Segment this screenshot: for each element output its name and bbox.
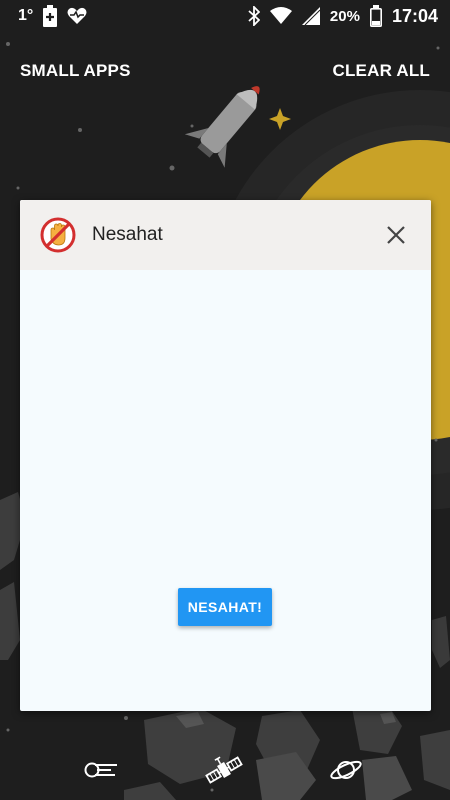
status-left: 1° <box>18 5 87 27</box>
satellite-icon[interactable] <box>202 748 246 792</box>
battery-charging-icon <box>43 5 58 27</box>
bluetooth-icon <box>248 6 260 26</box>
small-apps-header: SMALL APPS CLEAR ALL <box>0 56 450 86</box>
status-right: 20% 17:04 <box>248 5 438 27</box>
clear-all-button[interactable]: CLEAR ALL <box>333 61 431 81</box>
battery-percent-text: 20% <box>329 7 360 25</box>
battery-icon <box>369 5 382 27</box>
nesahat-button[interactable]: NESAHAT! <box>178 588 272 626</box>
bottom-navigation <box>0 748 450 792</box>
heart-pulse-icon <box>67 7 87 25</box>
app-title: Nesahat <box>92 224 163 245</box>
wifi-icon <box>269 7 292 25</box>
comet-icon[interactable] <box>78 748 122 792</box>
no-hand-icon <box>40 217 76 253</box>
signal-icon <box>301 7 320 25</box>
small-apps-button[interactable]: SMALL APPS <box>20 61 131 81</box>
close-icon <box>387 226 405 244</box>
app-window-header: Nesahat <box>20 200 431 270</box>
app-window-card: Nesahat NESAHAT! <box>20 200 431 711</box>
clock-text: 17:04 <box>391 5 438 26</box>
temperature-text: 1° <box>18 7 34 24</box>
close-app-button[interactable] <box>381 220 411 250</box>
planet-icon[interactable] <box>324 748 368 792</box>
status-bar: 1° 20% 17:04 <box>0 0 450 32</box>
app-content: NESAHAT! <box>20 270 431 711</box>
